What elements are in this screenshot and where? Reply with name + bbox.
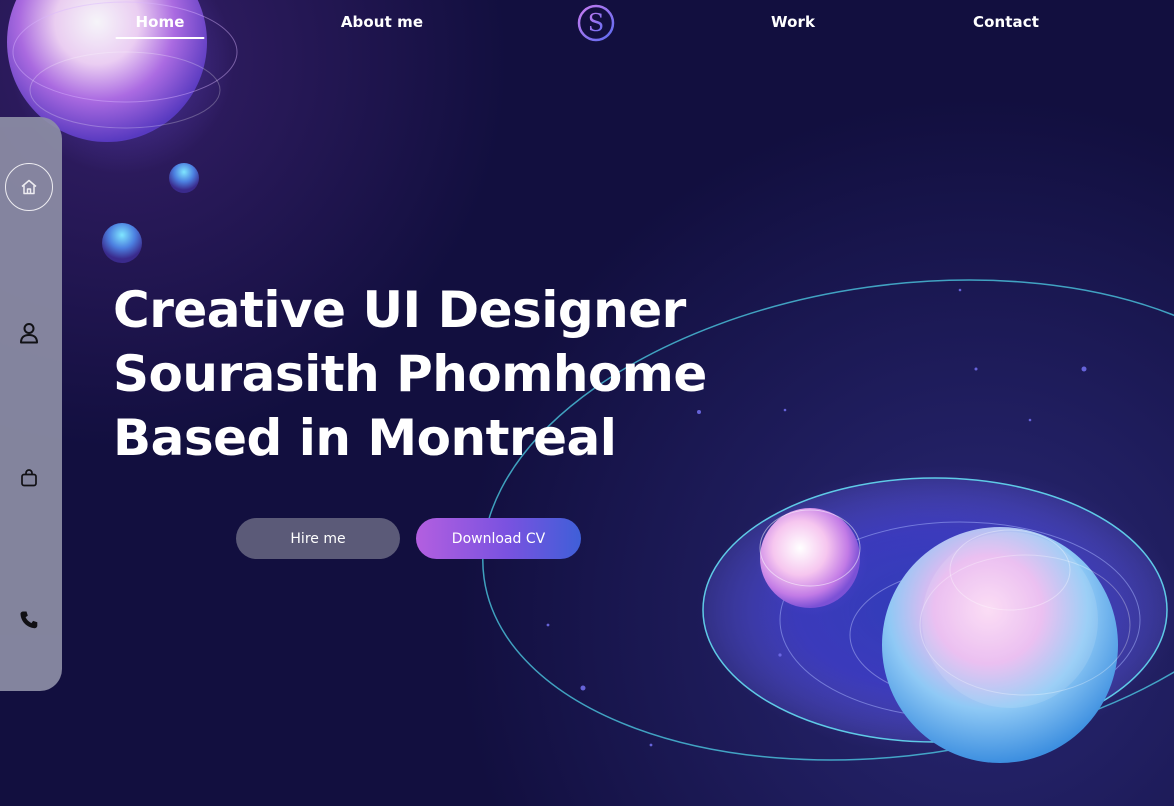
hero-headline: Creative UI Designer Sourasith Phomhome … (113, 278, 707, 470)
rail-work-button[interactable] (5, 454, 53, 502)
bag-icon (21, 469, 37, 487)
rail-home-button[interactable] (5, 163, 53, 211)
side-rail (0, 117, 62, 691)
hero-scene: Home About me S Work Contact Creative UI… (0, 0, 1174, 806)
top-navigation: Home About me S Work Contact (0, 0, 1174, 48)
nav-work-link[interactable]: Work (771, 13, 815, 31)
headline-line-3: Based in Montreal (113, 409, 617, 467)
phone-icon (20, 611, 38, 629)
rail-contact-button[interactable] (5, 596, 53, 644)
hire-me-button[interactable]: Hire me (236, 518, 400, 559)
download-cv-button[interactable]: Download CV (416, 518, 581, 559)
home-icon (21, 179, 37, 195)
nav-home-link[interactable]: Home (115, 13, 205, 39)
user-icon (20, 323, 38, 344)
svg-text:S: S (588, 9, 604, 37)
rail-about-button[interactable] (5, 309, 53, 357)
headline-line-1: Creative UI Designer (113, 281, 686, 339)
nav-contact-link[interactable]: Contact (973, 13, 1039, 31)
nav-about-link[interactable]: About me (341, 13, 423, 31)
logo-icon: S (577, 4, 615, 42)
headline-line-2: Sourasith Phomhome (113, 345, 707, 403)
brand-logo[interactable]: S (577, 4, 615, 42)
